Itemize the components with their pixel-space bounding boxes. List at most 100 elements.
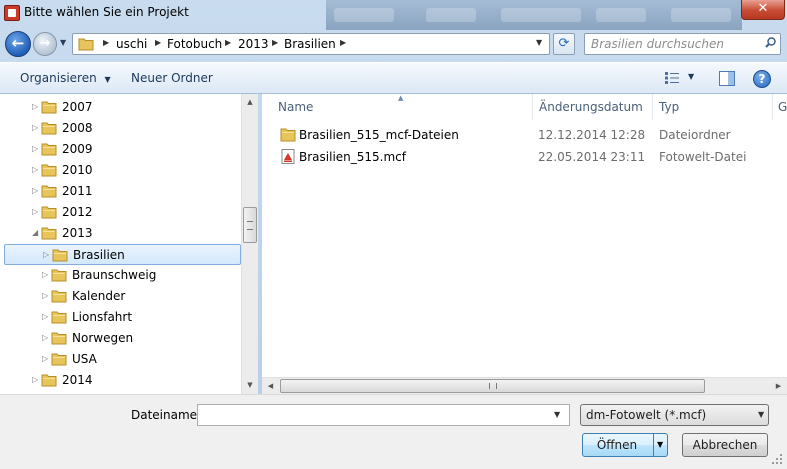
tree-item[interactable]: ◢ 2013 (4, 223, 241, 244)
collapsed-arrow-icon[interactable]: ▷ (42, 291, 48, 300)
tree-item[interactable]: ▷ 2011 (4, 181, 241, 202)
command-toolbar: Organisieren ▼ Neuer Ordner ▼ ? (0, 62, 787, 94)
address-dropdown-icon[interactable]: ▼ (536, 38, 542, 47)
sort-ascending-icon: ▲ (398, 94, 404, 102)
tree-item[interactable]: ▷ USA (4, 349, 241, 370)
address-bar[interactable]: ▶ uschi ▶ Fotobuch ▶ 2013 ▶ Brasilien ▶ … (72, 33, 550, 55)
collapsed-arrow-icon[interactable]: ▷ (32, 102, 38, 111)
scroll-left-icon[interactable]: ◀ (262, 378, 279, 394)
tree-item[interactable]: ▷ 2014 (4, 370, 241, 391)
scroll-right-icon[interactable]: ▶ (770, 378, 787, 394)
folder-icon (51, 332, 67, 345)
view-options-dropdown-icon[interactable]: ▼ (688, 72, 694, 81)
tree-item[interactable]: ▷ 2008 (4, 118, 241, 139)
breadcrumb-brasilien[interactable]: Brasilien (284, 37, 336, 51)
file-type-filter[interactable]: dm-Fotowelt (*.mcf) (580, 404, 769, 426)
tree-item[interactable]: ▷ Braunschweig (4, 265, 241, 286)
open-options-dropdown-icon[interactable]: ▼ (657, 440, 663, 449)
file-row-folder[interactable]: Brasilien_515_mcf-Dateien 12.12.2014 12:… (276, 125, 766, 145)
column-divider[interactable] (532, 94, 533, 120)
resize-grip-icon[interactable] (770, 452, 784, 466)
tree-item-label: 2009 (62, 142, 93, 156)
collapsed-arrow-icon[interactable]: ▷ (32, 186, 38, 195)
cancel-button[interactable]: Abbrechen (682, 433, 768, 457)
app-icon (4, 5, 20, 21)
collapsed-arrow-icon[interactable]: ▷ (32, 165, 38, 174)
folder-icon (52, 249, 68, 262)
file-list[interactable]: ▲ Name Änderungsdatum Typ G Brasilien_51… (262, 94, 787, 394)
scroll-up-icon[interactable]: ▲ (242, 94, 258, 110)
tree-item-label: 2010 (62, 163, 93, 177)
tree-item-label: Brasilien (73, 248, 125, 262)
file-row-mcf[interactable]: Brasilien_515.mcf 22.05.2014 23:11 Fotow… (276, 147, 766, 167)
tree-item[interactable]: ▷ Brasilien (4, 244, 241, 265)
collapsed-arrow-icon[interactable]: ▷ (42, 270, 48, 279)
folder-icon (78, 38, 94, 51)
view-list-icon[interactable] (665, 72, 679, 84)
collapsed-arrow-icon[interactable]: ▷ (32, 207, 38, 216)
column-header-type[interactable]: Typ (659, 100, 679, 114)
title-bar[interactable]: Bitte wählen Sie ein Projekt ✕ (0, 0, 787, 30)
file-name: Brasilien_515.mcf (299, 150, 406, 164)
collapsed-arrow-icon[interactable]: ▷ (42, 312, 48, 321)
file-date: 22.05.2014 23:11 (538, 150, 646, 164)
breadcrumb-separator[interactable]: ▶ (155, 38, 161, 47)
file-list-scrollbar[interactable]: ◀ ▶ (262, 377, 787, 394)
collapsed-arrow-icon[interactable]: ▷ (32, 123, 38, 132)
tree-item[interactable]: ▷ 2012 (4, 202, 241, 223)
column-divider[interactable] (652, 94, 653, 120)
column-header-size[interactable]: G (778, 100, 787, 114)
column-divider[interactable] (772, 94, 773, 120)
navigation-tree[interactable]: ▷ 2007 ▷ 2008 ▷ 2009 ▷ 2010 ▷ 2011 ▷ 2012 ◢ 2013 ▷ Bras… (0, 94, 258, 394)
collapsed-arrow-icon[interactable]: ▷ (32, 375, 38, 384)
collapsed-arrow-icon[interactable]: ▷ (32, 144, 38, 153)
navigation-bar: ← → ▼ ▶ uschi ▶ Fotobuch ▶ 2013 ▶ Brasil… (0, 28, 787, 62)
collapsed-arrow-icon[interactable]: ▷ (43, 250, 49, 259)
tree-item[interactable]: ▷ 2009 (4, 139, 241, 160)
folder-icon (51, 353, 67, 366)
filename-input[interactable] (197, 404, 570, 426)
file-name: Brasilien_515_mcf-Dateien (299, 128, 459, 142)
scrollbar-thumb[interactable] (243, 207, 257, 243)
tree-item[interactable]: ▷ 2007 (4, 97, 241, 118)
breadcrumb-uschi[interactable]: uschi (116, 37, 147, 51)
collapsed-arrow-icon[interactable]: ▷ (42, 333, 48, 342)
expanded-arrow-icon[interactable]: ◢ (32, 228, 38, 237)
file-date: 12.12.2014 12:28 (538, 128, 646, 142)
tree-item[interactable]: ▷ Norwegen (4, 328, 241, 349)
chevron-down-icon[interactable]: ▼ (758, 410, 764, 419)
search-input[interactable]: Brasilien durchsuchen (584, 33, 781, 55)
tree-item[interactable]: ▷ Kalender (4, 286, 241, 307)
filename-dropdown-icon[interactable]: ▼ (554, 410, 560, 419)
refresh-button[interactable]: ⟳ (553, 33, 575, 55)
forward-button[interactable]: → (33, 32, 57, 56)
tree-item-label: Lionsfahrt (72, 310, 133, 324)
folder-icon (280, 128, 296, 142)
tree-scrollbar[interactable]: ▲ ▼ (241, 94, 258, 394)
scrollbar-thumb[interactable] (280, 379, 705, 393)
new-folder-button[interactable]: Neuer Ordner (131, 71, 213, 85)
close-button[interactable]: ✕ (741, 0, 785, 20)
tree-item-label: 2014 (62, 373, 93, 387)
tree-item[interactable]: ▷ 2010 (4, 160, 241, 181)
breadcrumb-2013[interactable]: 2013 (238, 37, 269, 51)
collapsed-arrow-icon[interactable]: ▷ (42, 354, 48, 363)
breadcrumb-fotobuch[interactable]: Fotobuch (167, 37, 222, 51)
split-divider (653, 434, 654, 456)
back-button[interactable]: ← (5, 31, 31, 57)
column-header-date[interactable]: Änderungsdatum (539, 100, 643, 114)
column-header-name[interactable]: Name (278, 100, 313, 114)
tree-item[interactable]: ▷ Lionsfahrt (4, 307, 241, 328)
preview-pane-icon[interactable] (719, 71, 735, 86)
folder-icon (41, 185, 57, 198)
breadcrumb-separator[interactable]: ▶ (272, 38, 278, 47)
recent-pages-dropdown-icon[interactable]: ▼ (60, 38, 66, 47)
help-button[interactable]: ? (753, 70, 771, 88)
folder-icon (41, 143, 57, 156)
breadcrumb-separator[interactable]: ▶ (103, 38, 109, 47)
open-button[interactable]: Öffnen (582, 433, 668, 457)
organize-button[interactable]: Organisieren ▼ (20, 71, 111, 85)
breadcrumb-separator[interactable]: ▶ (340, 38, 346, 47)
breadcrumb-separator[interactable]: ▶ (225, 38, 231, 47)
scroll-down-icon[interactable]: ▼ (242, 377, 258, 393)
